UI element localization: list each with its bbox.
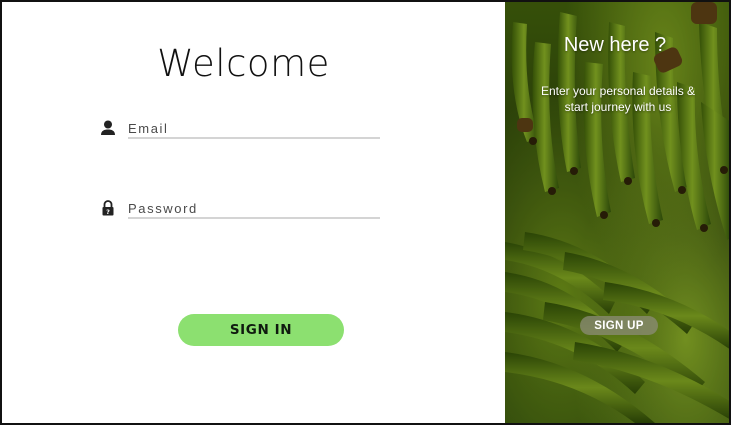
- panel-overlay: [505, 2, 729, 423]
- signup-description: Enter your personal details & start jour…: [540, 84, 696, 114]
- password-input[interactable]: [128, 198, 380, 219]
- svg-text:?: ?: [106, 208, 110, 216]
- password-field: ?: [98, 198, 380, 222]
- email-field: [98, 118, 380, 142]
- signin-panel: Welcome ? SIGN IN: [2, 2, 505, 423]
- signup-title: New here ?: [563, 34, 667, 56]
- page-title: Welcome: [157, 42, 330, 85]
- lock-icon: ?: [98, 198, 118, 218]
- email-input[interactable]: [128, 118, 380, 139]
- app-window: Welcome ? SIGN IN: [0, 0, 731, 425]
- signup-panel: New here ? Enter your personal details &…: [505, 2, 729, 423]
- sign-in-button[interactable]: SIGN IN: [178, 314, 344, 346]
- sign-up-button[interactable]: SIGN UP: [580, 316, 658, 335]
- user-icon: [98, 118, 118, 138]
